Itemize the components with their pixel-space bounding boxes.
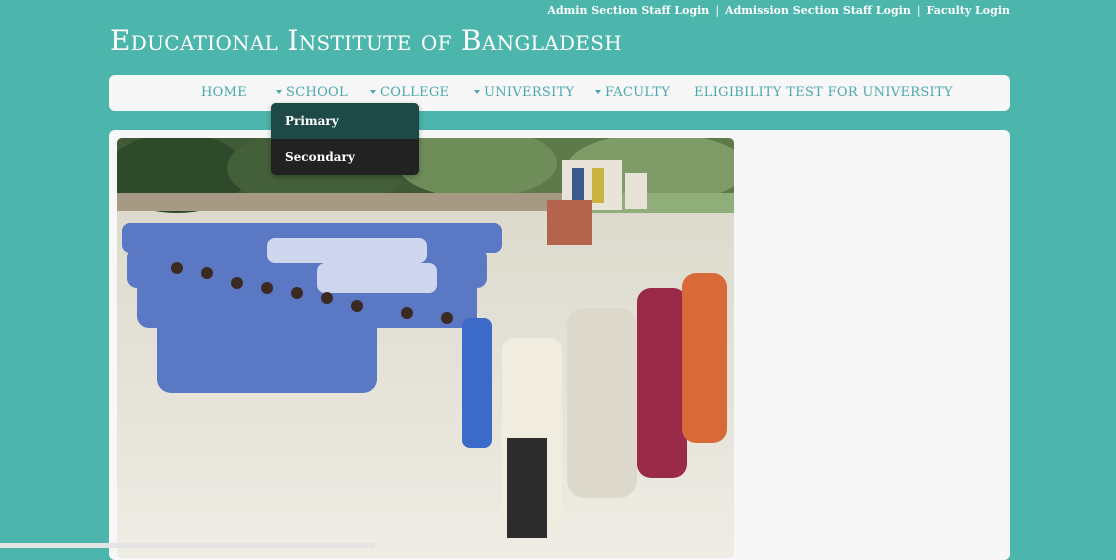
main-navbar: HOME SCHOOL COLLEGE UNIVERSITY FACULTY E… — [109, 75, 1010, 111]
dropdown-item-primary[interactable]: Primary — [271, 103, 419, 139]
nav-college-label: COLLEGE — [380, 85, 450, 100]
horizontal-scrollbar[interactable] — [0, 543, 375, 548]
nav-home[interactable]: HOME — [201, 75, 247, 111]
admin-staff-login-link[interactable]: Admin Section Staff Login — [547, 4, 709, 17]
caret-down-icon — [595, 89, 601, 94]
nav-school-label: SCHOOL — [286, 85, 348, 100]
caret-down-icon — [474, 89, 480, 94]
top-login-links: Admin Section Staff Login | Admission Se… — [547, 4, 1010, 17]
nav-eligibility-test[interactable]: ELIGIBILITY TEST FOR UNIVERSITY — [694, 75, 953, 111]
link-separator: | — [715, 4, 720, 17]
admission-staff-login-link[interactable]: Admission Section Staff Login — [725, 4, 911, 17]
site-title: Educational Institute of Bangladesh — [110, 24, 622, 57]
nav-university-label: UNIVERSITY — [484, 85, 575, 100]
caret-down-icon — [370, 89, 376, 94]
school-dropdown-menu: Primary Secondary — [271, 103, 419, 175]
nav-faculty[interactable]: FACULTY — [595, 75, 670, 111]
link-separator: | — [916, 4, 921, 17]
nav-university[interactable]: UNIVERSITY — [474, 75, 574, 111]
caret-down-icon — [276, 89, 282, 94]
nav-faculty-label: FACULTY — [605, 85, 671, 100]
nav-home-label: HOME — [201, 85, 247, 100]
faculty-login-link[interactable]: Faculty Login — [927, 4, 1010, 17]
dropdown-item-secondary[interactable]: Secondary — [271, 139, 419, 175]
school-assembly-photo — [117, 138, 734, 558]
nav-eligibility-label: ELIGIBILITY TEST FOR UNIVERSITY — [694, 85, 953, 100]
